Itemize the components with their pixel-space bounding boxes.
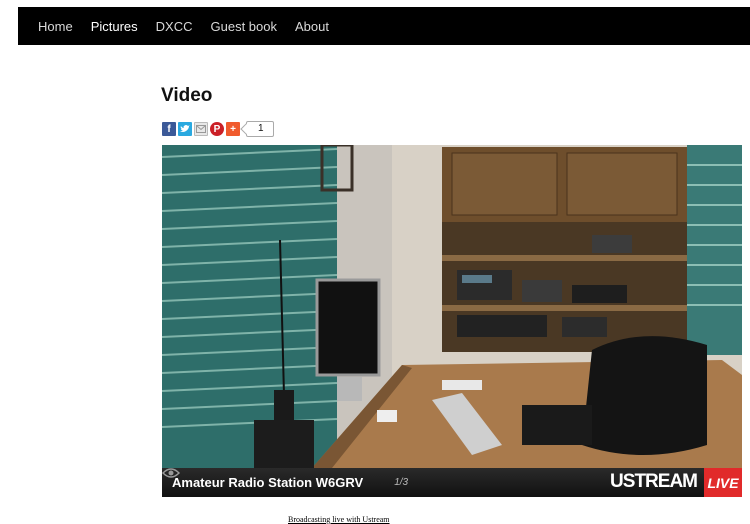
nav-item-about[interactable]: About [295, 19, 329, 34]
email-icon[interactable] [194, 122, 208, 136]
nav-item-dxcc[interactable]: DXCC [156, 19, 193, 34]
video-title: Amateur Radio Station W6GRV [172, 475, 364, 490]
top-navigation-bar: Home Pictures DXCC Guest book About [18, 7, 750, 45]
nav-menu: Home Pictures DXCC Guest book About [18, 7, 347, 45]
ustream-caption-link[interactable]: Broadcasting live with Ustream [288, 515, 390, 524]
video-player[interactable]: Amateur Radio Station W6GRV 1/3 USTREAM … [162, 145, 742, 497]
facebook-icon[interactable]: f [162, 122, 176, 136]
nav-item-home[interactable]: Home [38, 19, 73, 34]
plus-icon[interactable]: + [226, 122, 240, 136]
live-badge: LIVE [704, 468, 742, 497]
nav-item-guest-book[interactable]: Guest book [211, 19, 278, 34]
nav-item-pictures[interactable]: Pictures [91, 19, 138, 34]
eye-icon [162, 468, 390, 489]
share-toolbar: f P + 1 [162, 121, 274, 137]
twitter-icon[interactable] [178, 122, 192, 136]
pinterest-icon[interactable]: P [210, 122, 224, 136]
video-frame-image [162, 145, 742, 468]
video-info-bar: Amateur Radio Station W6GRV 1/3 USTREAM … [162, 468, 742, 497]
page-title: Video [161, 85, 213, 106]
share-count: 1 [246, 121, 274, 137]
viewer-count: 1/3 [394, 477, 409, 488]
ustream-logo[interactable]: USTREAM [610, 471, 698, 493]
